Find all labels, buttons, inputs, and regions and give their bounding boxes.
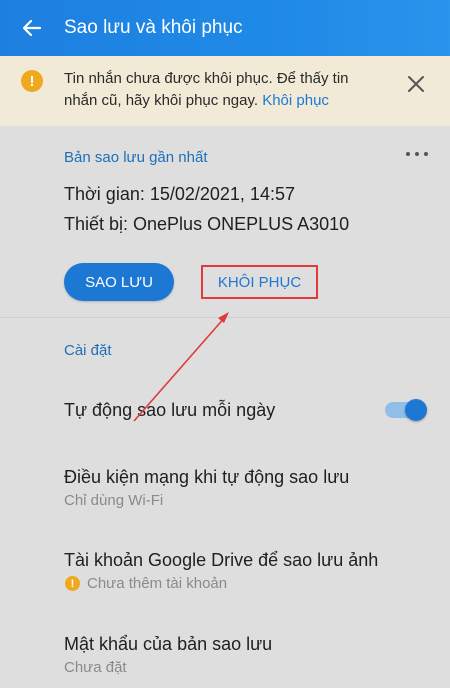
warning-small-icon: ! <box>65 576 80 591</box>
app-bar: Sao lưu và khôi phục <box>0 0 450 56</box>
backup-time: Thời gian: 15/02/2021, 14:57 <box>64 184 295 204</box>
latest-backup-title: Bản sao lưu gần nhất <box>64 149 208 166</box>
drive-account-value: Chưa thêm tài khoản <box>87 575 228 592</box>
network-condition-title[interactable]: Điều kiện mạng khi tự động sao lưu <box>64 467 349 488</box>
banner-message: Tin nhắn chưa được khôi phục. Để thấy ti… <box>64 68 384 112</box>
auto-backup-title[interactable]: Tự động sao lưu mỗi ngày <box>64 400 275 421</box>
backup-button[interactable]: SAO LƯU <box>64 263 174 301</box>
auto-backup-toggle[interactable] <box>383 399 427 421</box>
drive-account-title[interactable]: Tài khoản Google Drive để sao lưu ảnh <box>64 550 378 571</box>
back-button[interactable] <box>4 0 60 56</box>
toggle-thumb <box>405 399 427 421</box>
backup-password-title[interactable]: Mật khẩu của bản sao lưu <box>64 634 272 655</box>
settings-title: Cài đặt <box>64 342 112 359</box>
more-options-button[interactable] <box>404 146 430 156</box>
close-icon <box>408 76 424 92</box>
restore-button[interactable]: KHÔI PHỤC <box>201 265 318 299</box>
backup-device: Thiết bị: OnePlus ONEPLUS A3010 <box>64 214 350 234</box>
network-condition-value: Chỉ dùng Wi-Fi <box>64 492 164 509</box>
restore-warning-banner: ! Tin nhắn chưa được khôi phục. Để thấy … <box>0 56 450 126</box>
arrow-left-icon <box>22 19 42 37</box>
backup-password-value: Chưa đặt <box>64 659 127 676</box>
more-horizontal-icon <box>406 152 428 156</box>
banner-restore-link[interactable]: Khôi phục <box>262 92 329 109</box>
warning-icon: ! <box>21 70 43 92</box>
page-title: Sao lưu và khôi phục <box>64 17 243 38</box>
banner-close-button[interactable] <box>404 72 428 96</box>
